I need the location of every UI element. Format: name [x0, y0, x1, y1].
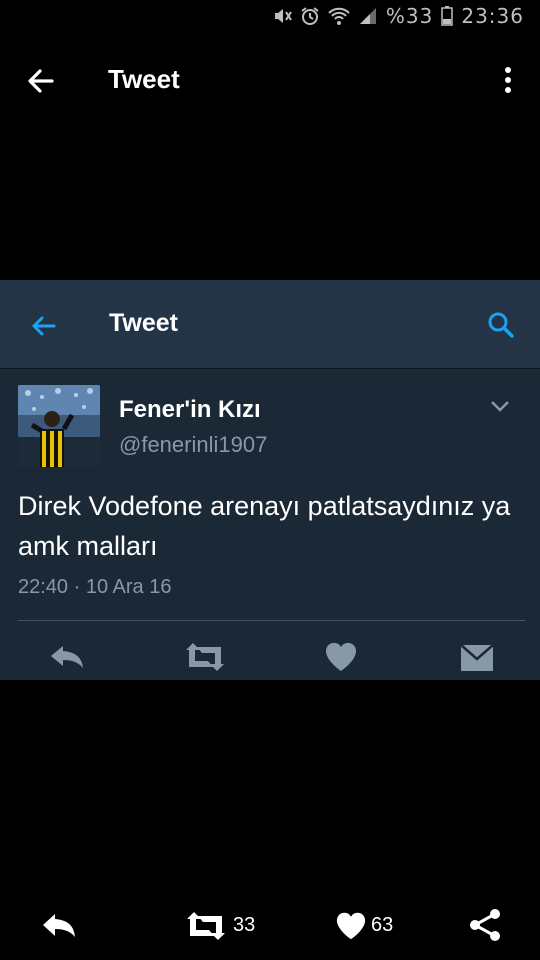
- alarm-icon: [300, 6, 320, 26]
- outer-app-bar: Tweet: [0, 40, 540, 120]
- tweet-timestamp: 22:40 · 10 Ara 16: [18, 576, 171, 599]
- search-icon: [486, 310, 516, 340]
- bottom-action-bar: [0, 900, 540, 950]
- divider: [18, 620, 525, 621]
- like-button[interactable]: [335, 910, 367, 947]
- embedded-title: Tweet: [109, 309, 178, 337]
- signal-icon: [358, 6, 378, 26]
- retweet-count: 33: [233, 914, 256, 936]
- status-icons: %33 23:36: [272, 4, 524, 28]
- status-bar: %33 23:36: [0, 0, 540, 36]
- tweet-meta-separator: ·: [73, 576, 81, 598]
- tweet-date: 10 Ara 16: [85, 576, 172, 598]
- embedded-header: Tweet: [0, 280, 540, 369]
- back-arrow-icon[interactable]: [22, 62, 62, 102]
- tweet-text: Direk Vodefone arenayı patlatsaydınız ya…: [18, 491, 511, 561]
- back-arrow-icon: [28, 310, 60, 342]
- wifi-icon: [328, 6, 350, 26]
- author-handle: @fenerinli1907: [119, 432, 268, 457]
- page-title: Tweet: [108, 64, 180, 94]
- retweet-icon: [184, 640, 226, 674]
- avatar: [18, 385, 100, 467]
- message-icon: [460, 640, 494, 674]
- embedded-tweet-image: Tweet Fener'in Kızı @fenerinli1907 Direk…: [0, 280, 540, 680]
- reply-button[interactable]: [40, 910, 78, 947]
- heart-icon: [324, 640, 358, 674]
- reply-icon: [48, 640, 86, 674]
- battery-icon: [441, 6, 454, 26]
- mute-icon: [272, 6, 292, 26]
- status-time: 23:36: [461, 4, 524, 28]
- like-count: 63: [371, 914, 394, 936]
- retweet-button[interactable]: [185, 910, 227, 947]
- battery-percent: %33: [385, 4, 434, 28]
- tweet-time: 22:40: [18, 576, 69, 598]
- chevron-down-icon: [488, 396, 512, 416]
- more-vertical-icon[interactable]: [496, 64, 520, 100]
- author-name: Fener'in Kızı: [119, 396, 261, 423]
- share-icon[interactable]: [468, 908, 502, 947]
